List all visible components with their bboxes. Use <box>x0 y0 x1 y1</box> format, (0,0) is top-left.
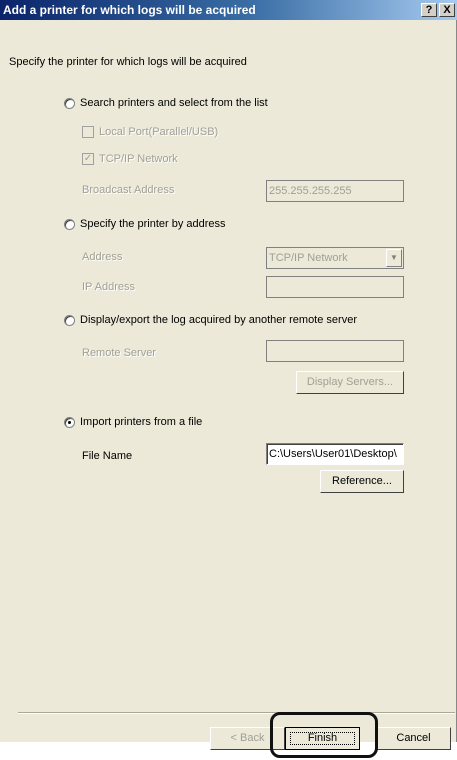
search-printers-label: Search printers and select from the list <box>80 97 268 109</box>
instruction-text: Specify the printer for which logs will … <box>9 56 247 68</box>
tcpip-label: TCP/IP Network <box>99 153 178 165</box>
broadcast-address-field[interactable]: 255.255.255.255 <box>266 180 404 202</box>
remote-server-field[interactable] <box>266 340 404 362</box>
file-name-input[interactable]: C:\Users\User01\Desktop\ <box>266 443 404 465</box>
specify-address-label: Specify the printer by address <box>80 218 226 230</box>
import-file-label: Import printers from a file <box>80 416 203 428</box>
file-name-label: File Name <box>82 450 133 462</box>
add-printer-dialog: Add a printer for which logs will be acq… <box>0 0 457 758</box>
display-servers-button[interactable]: Display Servers... <box>296 371 404 394</box>
local-port-checkbox[interactable] <box>82 126 94 138</box>
ip-address-label: IP Address <box>82 281 135 293</box>
window-title: Add a printer for which logs will be acq… <box>3 3 256 17</box>
title-bar: Add a printer for which logs will be acq… <box>0 0 457 20</box>
local-port-label: Local Port(Parallel/USB) <box>99 126 219 138</box>
remote-server-radio[interactable] <box>64 315 75 326</box>
reference-button[interactable]: Reference... <box>320 470 404 493</box>
finish-highlight-callout <box>270 712 378 758</box>
tcpip-checkbox[interactable]: ✓ <box>82 153 94 165</box>
close-button[interactable]: X <box>439 3 455 17</box>
address-select-value: TCP/IP Network <box>269 252 348 264</box>
remote-server-label: Remote Server <box>82 347 156 359</box>
search-printers-radio[interactable] <box>64 98 75 109</box>
cancel-button[interactable]: Cancel <box>376 727 451 750</box>
address-select[interactable]: TCP/IP Network ▼ <box>266 247 404 269</box>
address-label: Address <box>82 251 123 263</box>
footer-divider <box>18 712 455 714</box>
remote-server-option-label: Display/export the log acquired by anoth… <box>80 314 357 326</box>
help-button[interactable]: ? <box>421 3 437 17</box>
import-file-radio[interactable] <box>64 417 75 428</box>
check-mark-icon: ✓ <box>83 153 93 164</box>
ip-address-field[interactable] <box>266 276 404 298</box>
specify-address-radio[interactable] <box>64 219 75 230</box>
chevron-down-icon[interactable]: ▼ <box>386 249 402 267</box>
broadcast-address-label: Broadcast Address <box>82 184 175 196</box>
